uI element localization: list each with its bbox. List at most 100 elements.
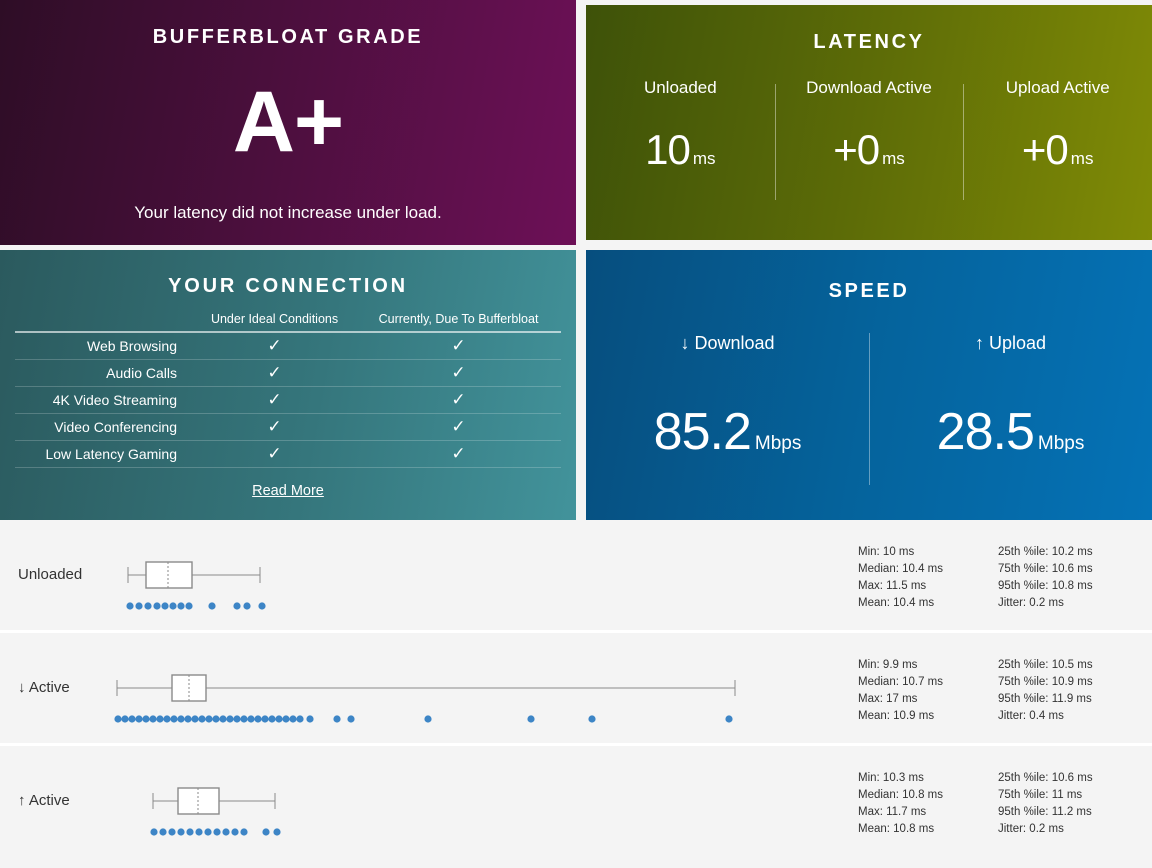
sample-dot [128, 715, 135, 722]
stat-p95: 95th %ile: 10.8 ms [998, 578, 1152, 595]
check-icon: ✓ [267, 417, 281, 436]
connection-row-ideal: ✓ [193, 441, 356, 468]
connection-row-label: Web Browsing [15, 332, 193, 360]
connection-row-label: 4K Video Streaming [15, 387, 193, 414]
sample-dot [135, 602, 142, 609]
stat-jitter: Jitter: 0.2 ms [998, 821, 1152, 838]
sample-dot [191, 715, 198, 722]
sample-dot [231, 828, 238, 835]
connection-header-current: Currently, Due To Bufferbloat [356, 312, 561, 332]
latency-unit-download-active: ms [882, 149, 905, 168]
sample-dot [121, 715, 128, 722]
latency-card-title: Latency [586, 5, 1152, 54]
connection-card-title: Your Connection [0, 250, 576, 298]
speed-unit-upload: Mbps [1038, 433, 1084, 454]
stat-min: Min: 10 ms [858, 544, 998, 561]
speed-columns: ↓ Download 85.2Mbps ↑ Upload 28.5Mbps [586, 333, 1152, 513]
sample-dot [306, 715, 313, 722]
boxplot-unloaded [0, 520, 830, 630]
sample-dot [226, 715, 233, 722]
sample-dot [424, 715, 431, 722]
speed-card: Speed ↓ Download 85.2Mbps ↑ Upload 28.5M… [586, 250, 1152, 520]
latency-columns: Unloaded 10ms Download Active +0ms Uploa… [586, 78, 1152, 218]
sample-dot [212, 715, 219, 722]
connection-row-label: Low Latency Gaming [15, 441, 193, 468]
sample-dot [205, 715, 212, 722]
sample-dot [184, 715, 191, 722]
connection-row-ideal: ✓ [193, 387, 356, 414]
sample-dot [144, 602, 151, 609]
check-icon: ✓ [267, 390, 281, 409]
check-icon: ✓ [267, 363, 281, 382]
read-more-link[interactable]: Read More [252, 483, 324, 499]
stat-p95: 95th %ile: 11.9 ms [998, 691, 1152, 708]
stat-p75: 75th %ile: 10.6 ms [998, 561, 1152, 578]
read-more-wrap: Read More [0, 482, 576, 500]
sample-dot [177, 715, 184, 722]
sample-dot [177, 828, 184, 835]
sample-dot [135, 715, 142, 722]
sample-dot [170, 715, 177, 722]
stat-mean: Mean: 10.4 ms [858, 595, 998, 612]
stat-median: Median: 10.7 ms [858, 674, 998, 691]
sample-dot [275, 715, 282, 722]
latency-col-unloaded: Unloaded 10ms [586, 78, 775, 218]
sample-dot [527, 715, 534, 722]
stat-median: Median: 10.8 ms [858, 787, 998, 804]
stat-p25: 25th %ile: 10.5 ms [998, 657, 1152, 674]
latency-row-unloaded: Unloaded Min: 10 ms 25th %ile: 10.2 ms M… [0, 520, 1152, 630]
latency-stats-upload-active: Min: 10.3 ms 25th %ile: 10.6 ms Median: … [858, 770, 1152, 838]
sample-dot [219, 715, 226, 722]
speed-label-download: ↓ Download [586, 333, 869, 354]
stat-mean: Mean: 10.8 ms [858, 821, 998, 838]
latency-number-upload-active: +0 [1022, 126, 1068, 173]
table-row: Audio Calls ✓ ✓ [15, 360, 561, 387]
summary-cards: Bufferbloat Grade A+ Your latency did no… [0, 0, 1152, 520]
stat-jitter: Jitter: 0.4 ms [998, 708, 1152, 725]
boxplot-download-active [0, 633, 830, 743]
speed-col-upload: ↑ Upload 28.5Mbps [869, 333, 1152, 513]
connection-capability-table: Under Ideal Conditions Currently, Due To… [15, 312, 561, 468]
sample-dot [233, 715, 240, 722]
connection-table-body: Web Browsing ✓ ✓ Audio Calls ✓ ✓ 4K Vide… [15, 332, 561, 468]
connection-table-header-row: Under Ideal Conditions Currently, Due To… [15, 312, 561, 332]
connection-row-ideal: ✓ [193, 360, 356, 387]
table-row: Video Conferencing ✓ ✓ [15, 414, 561, 441]
latency-card: Latency Unloaded 10ms Download Active +0… [586, 5, 1152, 240]
sample-dot [149, 715, 156, 722]
sample-dot [169, 602, 176, 609]
latency-stats-unloaded: Min: 10 ms 25th %ile: 10.2 ms Median: 10… [858, 544, 1152, 612]
your-connection-card: Your Connection Under Ideal Conditions C… [0, 250, 576, 520]
sample-dot [114, 715, 121, 722]
connection-row-ideal: ✓ [193, 332, 356, 360]
latency-distribution-section: Unloaded Min: 10 ms 25th %ile: 10.2 ms M… [0, 520, 1152, 868]
latency-label-upload-active: Upload Active [963, 78, 1152, 98]
check-icon: ✓ [451, 363, 465, 382]
check-icon: ✓ [451, 417, 465, 436]
speed-number-upload: 28.5 [937, 403, 1034, 461]
sample-dot [333, 715, 340, 722]
latency-stats-download-active: Min: 9.9 ms 25th %ile: 10.5 ms Median: 1… [858, 657, 1152, 725]
sample-dot [258, 602, 265, 609]
latency-value-upload-active: +0ms [963, 126, 1152, 174]
sample-dot [142, 715, 149, 722]
stat-min: Min: 9.9 ms [858, 657, 998, 674]
speed-value-upload: 28.5Mbps [869, 402, 1152, 462]
connection-row-current: ✓ [356, 414, 561, 441]
speed-unit-download: Mbps [755, 433, 801, 454]
stat-mean: Mean: 10.9 ms [858, 708, 998, 725]
sample-dot [261, 715, 268, 722]
grade-value: A+ [0, 79, 576, 165]
connection-row-label: Audio Calls [15, 360, 193, 387]
latency-number-download-active: +0 [833, 126, 879, 173]
bufferbloat-grade-card: Bufferbloat Grade A+ Your latency did no… [0, 0, 576, 245]
grade-card-title: Bufferbloat Grade [0, 0, 576, 49]
latency-number-unloaded: 10 [645, 126, 690, 173]
stat-p95: 95th %ile: 11.2 ms [998, 804, 1152, 821]
stat-p75: 75th %ile: 11 ms [998, 787, 1152, 804]
latency-unit-unloaded: ms [693, 149, 716, 168]
sample-dot [296, 715, 303, 722]
connection-row-label: Video Conferencing [15, 414, 193, 441]
sample-dot [163, 715, 170, 722]
stat-max: Max: 11.5 ms [858, 578, 998, 595]
